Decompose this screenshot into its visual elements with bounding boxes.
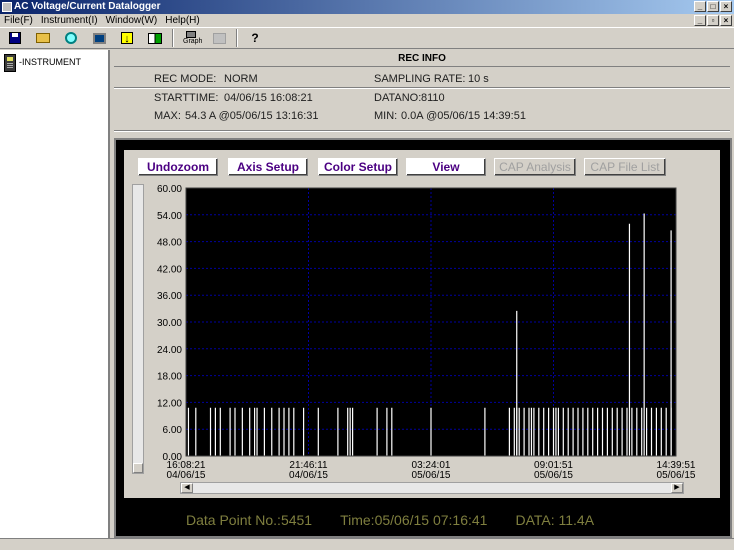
menu-file[interactable]: File(F): [0, 14, 37, 27]
y-tick-label: 6.00: [163, 425, 183, 436]
x-tick-date: 04/06/15: [167, 470, 206, 480]
y-tick-label: 60.00: [157, 184, 182, 195]
split-view-icon: [148, 32, 162, 44]
graph-button[interactable]: Graph: [180, 29, 202, 48]
menu-instrument[interactable]: Instrument(I): [37, 14, 102, 27]
mdi-restore-button[interactable]: ▫: [707, 15, 719, 26]
title-bar: AC Voltage/Current Datalogger _ □ ×: [0, 0, 734, 14]
scroll-right-button[interactable]: ▶: [671, 483, 683, 493]
y-tick-label: 36.00: [157, 291, 182, 302]
cursor-readout: Data Point No.:5451 Time:05/06/15 07:16:…: [186, 512, 726, 530]
magnifier-icon: [65, 32, 77, 44]
divider: [114, 87, 730, 89]
y-tick-label: 18.00: [157, 372, 182, 383]
mdi-close-button[interactable]: ×: [720, 15, 732, 26]
horizontal-scrollbar[interactable]: ◀ ▶: [180, 482, 684, 494]
current-chart[interactable]: 0.006.0012.0018.0024.0030.0036.0042.0048…: [124, 150, 720, 480]
rec-mode-value: NORM: [224, 73, 258, 85]
y-tick-label: 42.00: [157, 264, 182, 275]
max-value: 54.3 A @05/06/15 13:16:31: [185, 110, 319, 122]
min-value: 0.0A @05/06/15 14:39:51: [401, 110, 526, 122]
monitor-button[interactable]: [88, 29, 110, 48]
x-tick-date: 05/06/15: [657, 470, 696, 480]
download-button[interactable]: ↓: [116, 29, 138, 48]
graph-frame: Undozoom Axis Setup Color Setup View CAP…: [124, 150, 720, 498]
split-view-button[interactable]: [144, 29, 166, 48]
maximize-button[interactable]: □: [707, 1, 719, 12]
rec-info-panel: REC INFO REC MODE: NORM SAMPLING RATE: 1…: [114, 50, 734, 135]
download-arrow-icon: ↓: [121, 32, 133, 45]
graph-label: Graph: [183, 38, 203, 45]
sampling-rate-value: 10 s: [468, 73, 489, 85]
y-tick-label: 54.00: [157, 211, 182, 222]
menu-bar: File(F) Instrument(I) Window(W) Help(H) …: [0, 14, 734, 27]
instrument-tree: -INSTRUMENT: [0, 50, 110, 538]
datano-label: DATANO:: [374, 92, 422, 104]
toolbar-separator: [236, 29, 238, 47]
x-tick-date: 05/06/15: [534, 470, 573, 480]
app-window: AC Voltage/Current Datalogger _ □ × File…: [0, 0, 734, 550]
printer-icon: [212, 32, 226, 44]
tree-item-label: -INSTRUMENT: [19, 57, 81, 67]
mdi-controls: _ ▫ ×: [694, 15, 732, 26]
tree-item-instrument[interactable]: -INSTRUMENT: [4, 54, 81, 72]
menu-window[interactable]: Window(W): [102, 14, 162, 27]
toolbar: ↓ Graph ?: [0, 27, 734, 49]
search-button[interactable]: [60, 29, 82, 48]
x-tick-date: 05/06/15: [412, 470, 451, 480]
rec-info-title: REC INFO: [114, 50, 730, 67]
status-bar: [0, 538, 734, 550]
starttime-value: 04/06/15 16:08:21: [224, 92, 313, 104]
folder-open-icon: [36, 33, 50, 43]
mdi-minimize-button[interactable]: _: [694, 15, 706, 26]
menu-help[interactable]: Help(H): [161, 14, 203, 27]
help-button[interactable]: ?: [244, 29, 266, 48]
data-readout: DATA: 11.4A: [515, 512, 595, 528]
min-label: MIN:: [374, 110, 398, 122]
y-tick-label: 48.00: [157, 238, 182, 249]
floppy-disk-icon: [9, 32, 21, 44]
app-icon: [2, 2, 12, 12]
toolbar-separator: [172, 29, 174, 47]
save-button[interactable]: [4, 29, 26, 48]
max-label: MAX:: [154, 110, 181, 122]
sampling-rate-label: SAMPLING RATE:: [374, 73, 466, 85]
window-title: AC Voltage/Current Datalogger: [14, 1, 161, 12]
monitor-icon: [92, 32, 106, 44]
datano-value: 8110: [421, 92, 445, 104]
instrument-icon: [4, 54, 16, 72]
minimize-button[interactable]: _: [694, 1, 706, 12]
y-tick-label: 12.00: [157, 398, 182, 409]
help-icon: ?: [251, 31, 259, 45]
open-button[interactable]: [32, 29, 54, 48]
divider: [114, 130, 730, 132]
print-button[interactable]: [208, 29, 230, 48]
starttime-label: STARTTIME:: [154, 92, 219, 104]
rec-mode-label: REC MODE:: [154, 73, 217, 85]
close-button[interactable]: ×: [720, 1, 732, 12]
y-tick-label: 30.00: [157, 318, 182, 329]
graph-window: Undozoom Axis Setup Color Setup View CAP…: [114, 138, 732, 538]
window-controls: _ □ ×: [694, 1, 732, 12]
x-tick-date: 04/06/15: [289, 470, 328, 480]
scroll-left-button[interactable]: ◀: [181, 483, 193, 493]
data-point-readout: Data Point No.:5451: [186, 512, 313, 528]
graph-icon: Graph: [183, 31, 203, 45]
y-tick-label: 24.00: [157, 345, 182, 356]
time-readout: Time:05/06/15 07:16:41: [340, 512, 488, 528]
